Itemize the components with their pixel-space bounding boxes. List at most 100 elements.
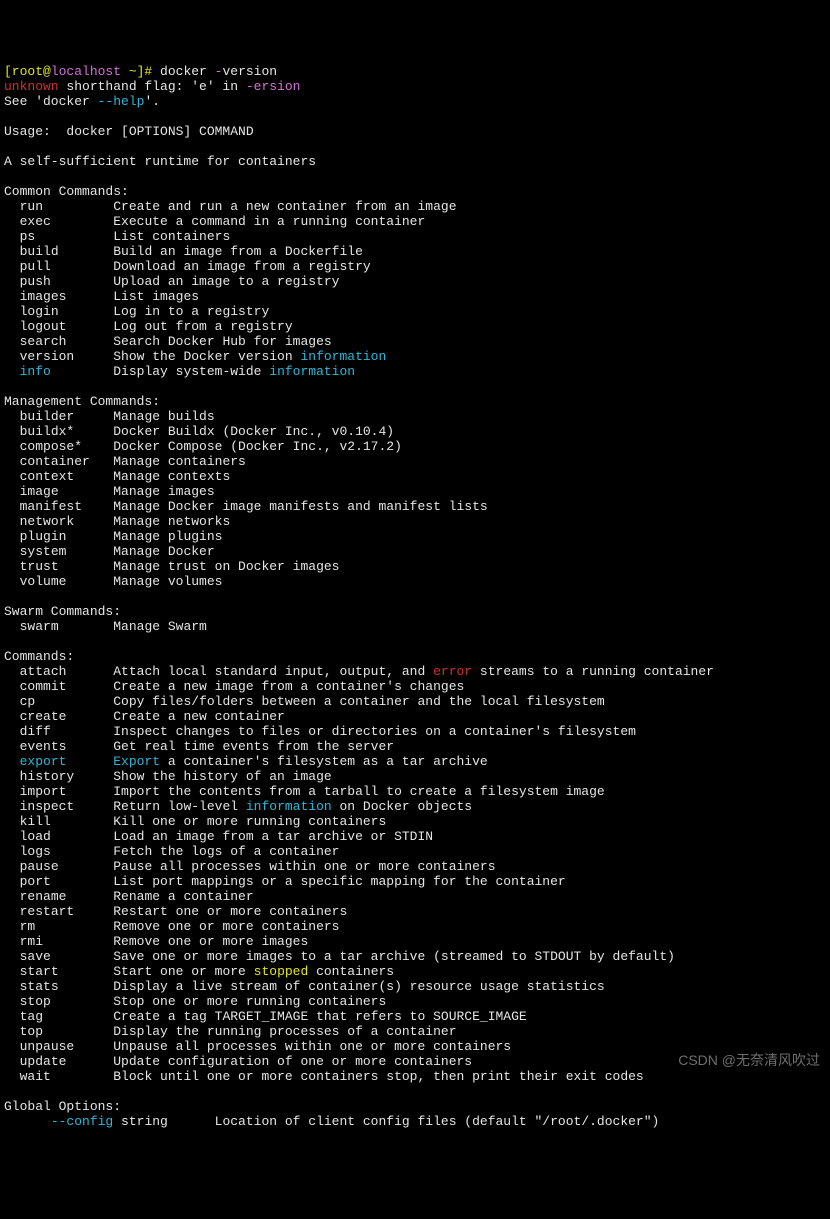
cmd-desc: Get real time events from the server	[113, 739, 394, 754]
cmd-exec: exec	[20, 214, 114, 229]
cmd-desc: Create a new image from a container's ch…	[113, 679, 464, 694]
cmd-system: system	[20, 544, 114, 559]
cmd-desc: Pause all processes within one or more c…	[113, 859, 495, 874]
cmd-diff: diff	[20, 724, 114, 739]
terminal-output[interactable]: [root@localhost ~]# docker -version unkn…	[4, 64, 826, 1129]
help-flag: --help	[98, 94, 145, 109]
cmd-desc: List containers	[113, 229, 230, 244]
cmd-desc: Build an image from a Dockerfile	[113, 244, 363, 259]
cmd-commit: commit	[20, 679, 114, 694]
cmd-rm: rm	[20, 919, 114, 934]
cmd-rmi: rmi	[20, 934, 114, 949]
cmd-network: network	[20, 514, 114, 529]
cmd-desc: Fetch the logs of a container	[113, 844, 339, 859]
cmd-desc: Manage builds	[113, 409, 214, 424]
usage-line: Usage: docker [OPTIONS] COMMAND	[4, 124, 254, 139]
cmd-desc: Docker Compose (Docker Inc., v2.17.2)	[113, 439, 402, 454]
cmd-update: update	[20, 1054, 114, 1069]
cmd-desc: Remove one or more images	[113, 934, 308, 949]
command-bin: docker	[160, 64, 215, 79]
cmd-buildx: buildx*	[20, 424, 114, 439]
section-commands: Commands:	[4, 649, 74, 664]
cmd-logout: logout	[20, 319, 114, 334]
cmd-desc: Create a tag TARGET_IMAGE that refers to…	[113, 1009, 526, 1024]
cmd-unpause: unpause	[20, 1039, 114, 1054]
cmd-image: image	[20, 484, 114, 499]
cmd-desc: Restart one or more containers	[113, 904, 347, 919]
cmd-volume: volume	[20, 574, 114, 589]
cmd-desc-p1: Attach local standard input, output, and	[113, 664, 433, 679]
cmd-desc: Execute a command in a running container	[113, 214, 425, 229]
cmd-desc: Display a live stream of container(s) re…	[113, 979, 604, 994]
cmd-desc: Search Docker Hub for images	[113, 334, 331, 349]
cmd-import: import	[20, 784, 114, 799]
cmd-desc: Block until one or more containers stop,…	[113, 1069, 644, 1084]
cmd-trust: trust	[20, 559, 114, 574]
cmd-compose: compose*	[20, 439, 114, 454]
cmd-top: top	[20, 1024, 114, 1039]
cmd-desc-p1: Return low-level	[113, 799, 246, 814]
cmd-swarm: swarm	[20, 619, 114, 634]
cmd-desc: Manage contexts	[113, 469, 230, 484]
cmd-desc: Remove one or more containers	[113, 919, 339, 934]
see-line-pre: See 'docker	[4, 94, 98, 109]
cmd-stop: stop	[20, 994, 114, 1009]
cmd-desc: Log in to a registry	[113, 304, 269, 319]
cmd-kill: kill	[20, 814, 114, 829]
cmd-logs: logs	[20, 844, 114, 859]
cmd-desc: Manage plugins	[113, 529, 222, 544]
cmd-run: run	[20, 199, 114, 214]
cmd-desc: Inspect changes to files or directories …	[113, 724, 636, 739]
section-management: Management Commands:	[4, 394, 160, 409]
cmd-desc: Stop one or more running containers	[113, 994, 386, 1009]
prompt-bracket: [root@	[4, 64, 51, 79]
section-common: Common Commands:	[4, 184, 129, 199]
cmd-desc-hl: information	[269, 364, 355, 379]
cmd-builder: builder	[20, 409, 114, 424]
cmd-version: version	[20, 349, 114, 364]
cmd-history: history	[20, 769, 114, 784]
cmd-export: export	[20, 754, 114, 769]
cmd-cp: cp	[20, 694, 114, 709]
cmd-search: search	[20, 334, 114, 349]
cmd-desc: Manage networks	[113, 514, 230, 529]
cmd-desc: Create a new container	[113, 709, 285, 724]
cmd-desc: Kill one or more running containers	[113, 814, 386, 829]
error-word: unknown	[4, 79, 59, 94]
cmd-desc: Create and run a new container from an i…	[113, 199, 456, 214]
cmd-save: save	[20, 949, 114, 964]
cmd-load: load	[20, 829, 114, 844]
cmd-desc: Rename a container	[113, 889, 253, 904]
cmd-desc: Download an image from a registry	[113, 259, 370, 274]
cmd-desc: Manage images	[113, 484, 214, 499]
cmd-desc-p1: Start one or more	[113, 964, 253, 979]
description-line: A self-sufficient runtime for containers	[4, 154, 316, 169]
cmd-container: container	[20, 454, 114, 469]
cmd-port: port	[20, 874, 114, 889]
cmd-ps: ps	[20, 229, 114, 244]
cmd-desc: List port mappings or a specific mapping…	[113, 874, 565, 889]
cmd-desc: Save one or more images to a tar archive…	[113, 949, 675, 964]
cmd-desc: Manage Docker image manifests and manife…	[113, 499, 487, 514]
command-arg: version	[222, 64, 277, 79]
cmd-attach: attach	[20, 664, 114, 679]
global-flag-desc: Location of client config files (default…	[215, 1114, 660, 1129]
cmd-desc: Manage volumes	[113, 574, 222, 589]
cmd-inspect: inspect	[20, 799, 114, 814]
cmd-desc-yl: stopped	[254, 964, 309, 979]
cmd-tag: tag	[20, 1009, 114, 1024]
cmd-desc-err: error	[433, 664, 472, 679]
cmd-stats: stats	[20, 979, 114, 994]
cmd-desc: Manage trust on Docker images	[113, 559, 339, 574]
cmd-desc-p2: streams to a running container	[472, 664, 714, 679]
cmd-desc: Manage Swarm	[113, 619, 207, 634]
cmd-desc-p2: containers	[308, 964, 394, 979]
cmd-desc: Unpause all processes within one or more…	[113, 1039, 511, 1054]
cmd-desc: Display the running processes of a conta…	[113, 1024, 456, 1039]
cmd-wait: wait	[20, 1069, 114, 1084]
cmd-desc: Manage Docker	[113, 544, 214, 559]
cmd-context: context	[20, 469, 114, 484]
cmd-restart: restart	[20, 904, 114, 919]
cmd-desc: Import the contents from a tarball to cr…	[113, 784, 604, 799]
cmd-desc: Load an image from a tar archive or STDI…	[113, 829, 433, 844]
